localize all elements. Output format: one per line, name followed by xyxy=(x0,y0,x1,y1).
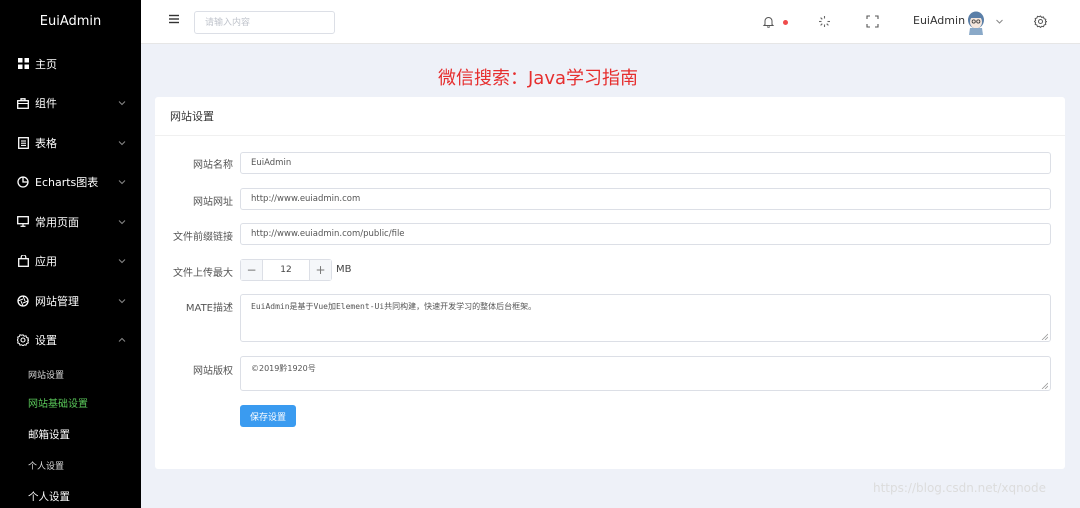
submenu-site-basic-settings[interactable]: 网站基础设置 xyxy=(0,388,141,417)
sidebar-item-site-management[interactable]: 网站管理 xyxy=(0,281,141,321)
app-logo: EuiAdmin xyxy=(39,14,102,29)
username[interactable]: EuiAdmin xyxy=(913,14,965,27)
decrement-button[interactable]: − xyxy=(241,260,263,280)
menu-toggle-icon[interactable] xyxy=(169,14,179,24)
sidebar-item-label: 主页 xyxy=(35,57,57,71)
sidebar-item-label: 应用 xyxy=(35,255,57,269)
sidebar-item-components[interactable]: 组件 xyxy=(0,84,141,124)
sidebar-item-apps[interactable]: 应用 xyxy=(0,242,141,282)
resize-handle-icon[interactable] xyxy=(1041,382,1048,389)
settings-card: 网站设置 网站名称 网站网址 文件前缀链接 文件上传最大 − 12 + MB M… xyxy=(155,97,1065,469)
aperture-icon xyxy=(17,295,29,307)
submenu-email-settings[interactable]: 邮箱设置 xyxy=(0,417,141,451)
sidebar: EuiAdmin 主页 组件 表格 Echarts图表 常用页面 应用 网站管理… xyxy=(0,0,141,508)
mate-desc-label: MATE描述 xyxy=(185,303,233,314)
sidebar-item-label: Echarts图表 xyxy=(35,176,99,190)
stepper-value[interactable]: 12 xyxy=(263,260,309,280)
chevron-up-icon xyxy=(118,338,126,343)
chevron-down-icon xyxy=(118,259,126,264)
copyright-label: 网站版权 xyxy=(193,366,233,377)
sidebar-item-settings[interactable]: 设置 xyxy=(0,321,141,361)
monitor-icon xyxy=(17,216,29,228)
grid-icon xyxy=(17,58,29,70)
sidebar-item-label: 网站管理 xyxy=(35,294,79,308)
sidebar-item-tables[interactable]: 表格 xyxy=(0,123,141,163)
card-title: 网站设置 xyxy=(155,97,1065,136)
chevron-down-icon xyxy=(118,219,126,224)
notification-dot xyxy=(783,20,788,25)
gear-icon xyxy=(17,334,29,347)
sidebar-item-label: 表格 xyxy=(35,136,57,150)
chevron-down-icon xyxy=(118,298,126,303)
site-url-label: 网站网址 xyxy=(193,197,233,208)
chevron-down-icon xyxy=(118,180,126,185)
file-prefix-input[interactable] xyxy=(240,223,1051,245)
loading-icon[interactable] xyxy=(818,15,831,28)
avatar[interactable] xyxy=(966,10,986,36)
site-name-input[interactable] xyxy=(240,152,1051,174)
submenu-personal-settings[interactable]: 个人设置 xyxy=(0,479,141,508)
sidebar-item-label: 组件 xyxy=(35,97,57,111)
resize-handle-icon[interactable] xyxy=(1041,333,1048,340)
chevron-down-icon xyxy=(118,140,126,145)
site-url-input[interactable] xyxy=(240,188,1051,210)
table-icon xyxy=(17,136,29,149)
fullscreen-icon[interactable] xyxy=(866,15,879,28)
copyright-textarea[interactable]: ©2019黔1920号 xyxy=(240,356,1051,391)
sidebar-item-common-pages[interactable]: 常用页面 xyxy=(0,202,141,242)
search-input[interactable] xyxy=(194,11,335,34)
chevron-down-icon[interactable] xyxy=(996,18,1003,25)
top-header: EuiAdmin xyxy=(141,0,1080,44)
watermark: https://blog.csdn.net/xqnode xyxy=(873,481,1047,495)
pie-chart-icon xyxy=(17,176,29,188)
promo-banner-text: 微信搜索：Java学习指南 xyxy=(438,68,639,89)
sidebar-item-echarts[interactable]: Echarts图表 xyxy=(0,163,141,203)
site-name-label: 网站名称 xyxy=(193,160,233,171)
submenu-site-settings[interactable]: 网站设置 xyxy=(0,360,141,388)
sidebar-item-home[interactable]: 主页 xyxy=(0,44,141,84)
unit-label: MB xyxy=(336,264,352,275)
upload-max-label: 文件上传最大 xyxy=(173,268,233,279)
increment-button[interactable]: + xyxy=(309,260,331,280)
submenu-personal-settings[interactable]: 个人设置 xyxy=(0,451,141,479)
sidebar-item-label: 设置 xyxy=(35,334,57,348)
upload-max-stepper[interactable]: − 12 + xyxy=(240,259,332,281)
file-prefix-label: 文件前缀链接 xyxy=(173,232,233,243)
bell-icon[interactable] xyxy=(762,15,775,28)
chevron-down-icon xyxy=(118,101,126,106)
briefcase-icon xyxy=(17,97,29,109)
bag-icon xyxy=(17,255,29,268)
sidebar-item-label: 常用页面 xyxy=(35,215,79,229)
settings-gear-icon[interactable] xyxy=(1034,15,1047,28)
mate-desc-textarea[interactable]: EuiAdmin是基于Vue加Element-Ui共同构建，快速开发学习的整体后… xyxy=(240,294,1051,342)
save-settings-button[interactable]: 保存设置 xyxy=(240,405,296,427)
